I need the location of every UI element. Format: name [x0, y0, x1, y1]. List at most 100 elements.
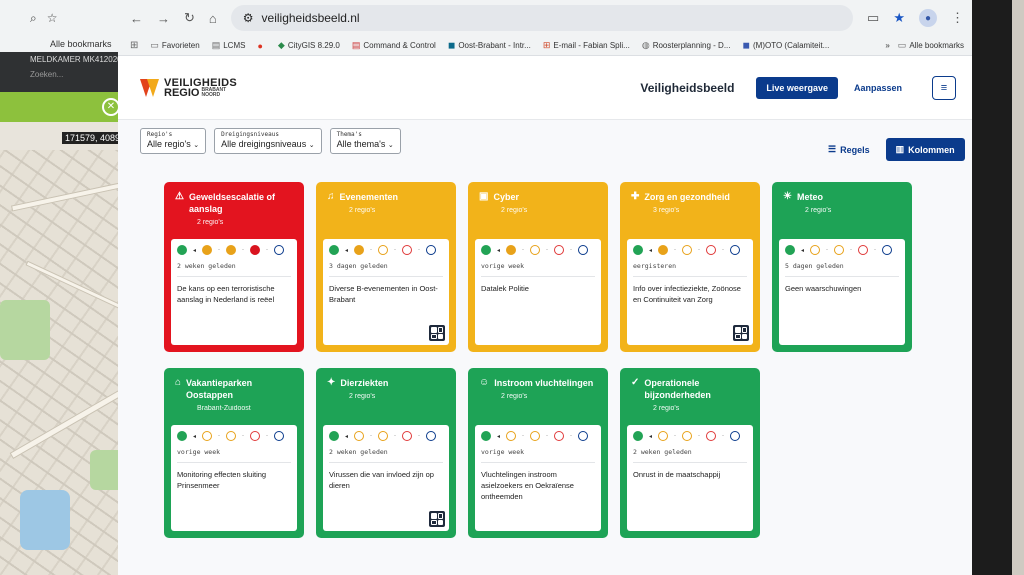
logo[interactable]: VEILIGHEIDS REGIO BRABANT NOORD [140, 77, 237, 99]
card-title: Vakantieparken Oostappen [186, 378, 253, 400]
filter-label: Thema's [336, 131, 362, 138]
divider [481, 276, 595, 277]
threat-level-indicator: ◂ · · · [481, 245, 595, 255]
customize-button[interactable]: Aanpassen [850, 77, 906, 99]
page-icon: ▤ [211, 40, 221, 50]
more-bookmarks-icon[interactable]: » [885, 41, 889, 50]
theme-card[interactable]: ☀ Meteo 2 regio's ◂ · · · 5 dagen geleden Geen w… [772, 182, 912, 352]
home-icon[interactable]: ⌂ [209, 11, 217, 26]
level-dot [506, 431, 517, 441]
browser-menu-icon[interactable]: ⋮ [951, 10, 964, 26]
divider [329, 462, 443, 463]
threat-level-indicator: ◂ · · · [177, 431, 291, 441]
level-arrow-icon: · [698, 433, 701, 439]
browser-toolbar: ← → ↻ ⌂ ⚙ veiligheidsbeeld.nl ▭ ★ ● ⋮ [118, 0, 976, 36]
map-icon: ◆ [277, 40, 285, 50]
card-title: Geweldsescalatie of aanslag [188, 192, 276, 214]
profile-avatar-icon[interactable]: ● [919, 9, 937, 27]
background-all-bookmarks[interactable]: Alle bookmarks [50, 39, 112, 49]
linked-items-icon[interactable] [733, 325, 749, 341]
theme-card[interactable]: ♫ Evenementen 2 regio's ◂ · · · 3 dagen geleden… [316, 182, 456, 352]
level-arrow-icon: · [418, 247, 421, 253]
site-info-icon[interactable]: ⚙ [243, 11, 254, 25]
level-dot [810, 245, 821, 255]
rows-view-button[interactable]: ☰ Regels [818, 138, 880, 161]
level-dot [202, 431, 213, 441]
linked-items-icon[interactable] [429, 511, 445, 527]
level-dot [177, 431, 187, 441]
level-dot [481, 431, 491, 441]
level-arrow-icon: · [242, 433, 245, 439]
level-arrow-icon: · [570, 433, 573, 439]
browser-window: ← → ↻ ⌂ ⚙ veiligheidsbeeld.nl ▭ ★ ● ⋮ ⊞ … [118, 0, 976, 575]
bookmark-star-icon[interactable]: ★ [893, 10, 905, 26]
card-body: ◂ · · · 3 dagen geleden Diverse B-evenementen… [323, 239, 449, 345]
bookmark-item[interactable]: ◼ Oost-Brabant - Intr... [448, 40, 531, 51]
card-description: De kans op een terroristische aanslag in… [177, 284, 275, 304]
people-icon: ☺ [479, 377, 490, 388]
theme-card[interactable]: ✓ Operationele bijzonderheden 2 regio's ◂ · ·… [620, 368, 760, 538]
level-dot [578, 431, 589, 441]
card-header: ⚠ Geweldsescalatie of aanslag 2 regio's [167, 185, 301, 239]
linked-items-icon[interactable] [429, 325, 445, 341]
reload-icon[interactable]: ↻ [184, 10, 195, 26]
level-arrow-icon: · [674, 433, 677, 439]
bookmark-item[interactable]: ⊞ E-mail - Fabian Spli... [543, 40, 630, 51]
filter-label: Regio's [147, 131, 173, 138]
level-dot [882, 245, 893, 255]
all-bookmarks[interactable]: ▭ Alle bookmarks [898, 40, 964, 51]
bookmark-item[interactable]: ▤ LCMS [212, 40, 246, 51]
theme-filter[interactable]: Thema's Alle thema's ⌄ [329, 128, 401, 154]
threat-level-filter[interactable]: Dreigingsniveaus Alle dreigingsniveaus ⌄ [214, 128, 322, 154]
level-dot [274, 245, 285, 255]
level-arrow-icon: · [266, 433, 269, 439]
theme-card[interactable]: ✦ Dierziekten 2 regio's ◂ · · · 2 weken geleden… [316, 368, 456, 538]
level-dot [506, 245, 517, 255]
bookmark-item[interactable]: ▭ Favorieten [150, 40, 199, 51]
apps-grid-icon[interactable]: ⊞ [130, 40, 138, 51]
level-arrow-icon: · [874, 247, 877, 253]
last-updated: 2 weken geleden [633, 448, 692, 456]
level-dot [730, 431, 741, 441]
bookmark-item[interactable]: ◼ (M)OTO (Calamiteit... [743, 40, 830, 51]
level-dot [578, 245, 589, 255]
level-dot [226, 245, 237, 255]
level-dot [554, 245, 565, 255]
bookmark-item[interactable]: ◆ CityGIS 8.29.0 [278, 40, 340, 51]
live-view-button[interactable]: Live weergave [756, 76, 838, 99]
level-arrow-icon: · [850, 247, 853, 253]
card-description: Geen waarschuwingen [785, 284, 862, 293]
level-arrow-icon: ◂ [801, 247, 805, 254]
card-description: Info over infectieziekte, Zoönose en Con… [633, 284, 741, 304]
level-dot [658, 431, 669, 441]
region-filter[interactable]: Regio's Alle regio's ⌄ [140, 128, 207, 154]
bookmark-item[interactable]: ▤ Command & Control [352, 40, 436, 51]
threat-level-indicator: ◂ · · · [329, 245, 443, 255]
bookmark-item[interactable]: ● [257, 41, 265, 51]
theme-card[interactable]: ☺ Instroom vluchtelingen 2 regio's ◂ · · · vori… [468, 368, 608, 538]
theme-card[interactable]: ✚ Zorg en gezondheid 3 regio's ◂ · · · eergiste… [620, 182, 760, 352]
card-regions: 2 regio's [653, 405, 680, 412]
zoom-icon[interactable]: ⌕ [30, 11, 37, 26]
theme-card[interactable]: ▣ Cyber 2 regio's ◂ · · · vorige week Datalek Po… [468, 182, 608, 352]
card-regions: Brabant-Zuidoost [197, 405, 251, 412]
level-arrow-icon: · [242, 247, 245, 253]
mail-icon: ⊞ [542, 40, 551, 50]
address-bar[interactable]: ⚙ veiligheidsbeeld.nl [230, 5, 854, 31]
level-dot [329, 431, 339, 441]
theme-card[interactable]: ⚠ Geweldsescalatie of aanslag 2 regio's ◂ · ·… [164, 182, 304, 352]
level-arrow-icon: ◂ [649, 247, 653, 254]
forward-icon[interactable]: → [157, 11, 170, 26]
star-icon[interactable]: ☆ [47, 11, 58, 25]
level-dot [530, 431, 541, 441]
columns-view-button[interactable]: ▥ Kolommen [885, 138, 965, 161]
level-arrow-icon: · [218, 433, 221, 439]
theme-card-grid: ⚠ Geweldsescalatie of aanslag 2 regio's ◂ · ·… [164, 182, 912, 538]
url-text: veiligheidsbeeld.nl [261, 11, 360, 25]
cast-icon[interactable]: ▭ [867, 10, 879, 26]
theme-card[interactable]: ⌂ Vakantieparken Oostappen Brabant-Zuidoos… [164, 368, 304, 538]
hamburger-menu-icon[interactable]: ≡ [932, 75, 956, 100]
bookmark-item[interactable]: ◍ Roosterplanning - D... [642, 40, 731, 51]
back-icon[interactable]: ← [130, 11, 143, 26]
filter-value: Alle dreigingsniveaus [221, 139, 307, 149]
